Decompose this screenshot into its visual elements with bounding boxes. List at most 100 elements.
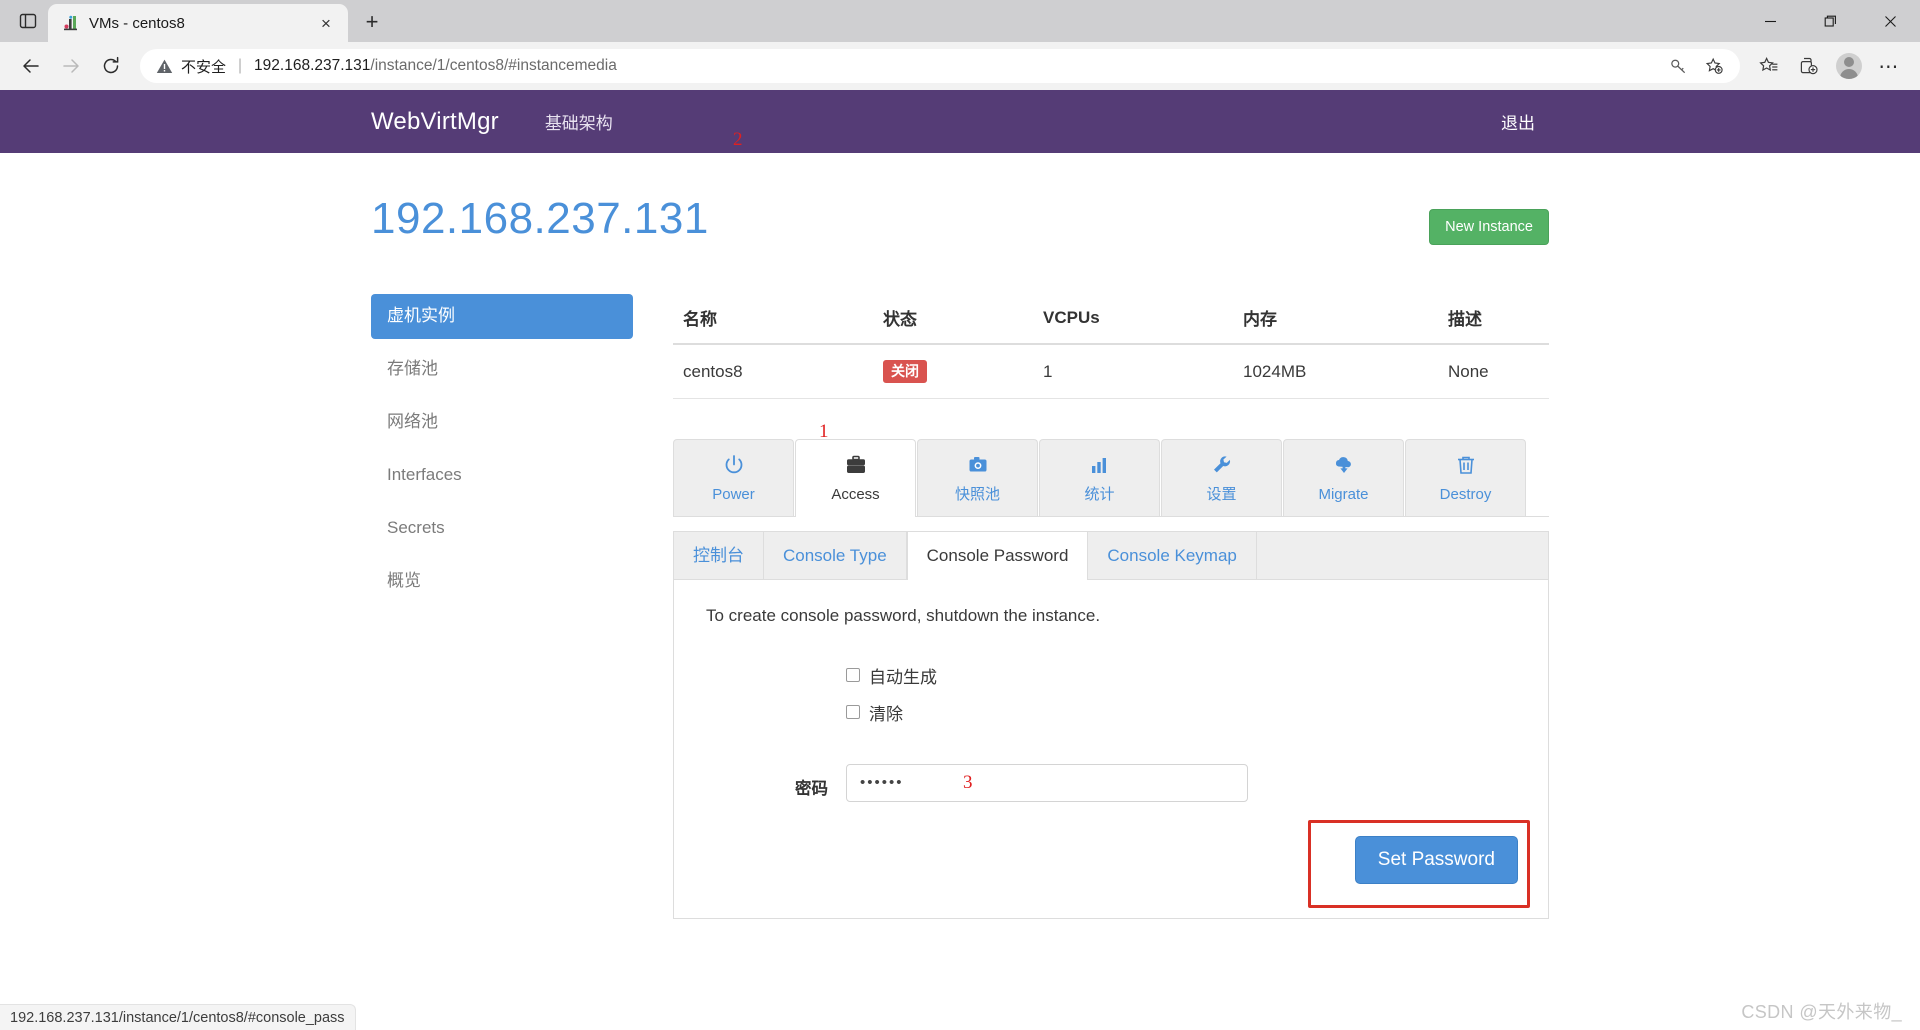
main-content: 名称 状态 VCPUs 内存 描述 centos8 关闭 — [673, 294, 1549, 919]
tab-access-label: Access — [796, 487, 915, 504]
watermark: CSDN @天外来物_ — [1741, 998, 1902, 1024]
favorites-list-icon[interactable] — [1750, 47, 1788, 85]
status-badge: 关闭 — [883, 360, 927, 383]
cell-instance-description: None — [1438, 344, 1549, 399]
vm-chart-favicon — [62, 14, 80, 32]
new-instance-button[interactable]: New Instance — [1429, 209, 1549, 245]
instance-tabs: Power Access — [673, 439, 1549, 517]
password-control: •••••• 3 — [846, 764, 1518, 802]
subtab-console-password[interactable]: Console Password — [907, 532, 1089, 580]
sidebar-item-overview[interactable]: 概览 — [371, 559, 633, 604]
checkbox-group: 自动生成 清除 — [704, 660, 1518, 734]
icon-tab-list: Power Access — [673, 439, 1549, 517]
avatar — [1836, 53, 1862, 79]
bar-chart-icon — [1040, 454, 1159, 480]
checkbox-clear[interactable]: 清除 — [846, 697, 1518, 734]
maximize-icon[interactable] — [1800, 0, 1860, 42]
sidebar-item-interfaces[interactable]: Interfaces — [371, 453, 633, 498]
address-bar[interactable]: 不安全 | 192.168.237.131/instance/1/centos8… — [140, 49, 1740, 83]
tab-statistics-label: 统计 — [1040, 487, 1159, 504]
omnibox-separator: | — [238, 57, 242, 75]
tab-destroy[interactable]: Destroy — [1405, 439, 1526, 516]
tab-title: VMs - centos8 — [89, 15, 305, 32]
close-icon[interactable]: × — [314, 11, 338, 35]
forward-arrow-icon[interactable] — [52, 47, 90, 85]
sidebar: 虚机实例 存储池 网络池 Interfaces Secrets 概览 — [371, 294, 633, 919]
power-icon — [674, 454, 793, 480]
tab-statistics[interactable]: 统计 — [1039, 439, 1160, 516]
key-icon[interactable] — [1662, 51, 1694, 81]
app-navbar: WebVirtMgr 基础架构 退出 — [0, 90, 1920, 153]
tab-snapshots[interactable]: 快照池 — [917, 439, 1038, 516]
briefcase-icon — [796, 454, 915, 480]
cloud-download-icon — [1284, 454, 1403, 480]
subtab-list: 控制台 Console Type Console Password Consol… — [674, 532, 1548, 580]
annotation-2: 2 — [733, 129, 743, 151]
tab-power-label: Power — [674, 487, 793, 504]
nav-right-group: 退出 — [1487, 109, 1549, 134]
tab-migrate[interactable]: Migrate — [1283, 439, 1404, 516]
password-input[interactable]: •••••• — [846, 764, 1248, 802]
new-tab-button[interactable]: + — [355, 5, 389, 39]
sidebar-item-instances[interactable]: 虚机实例 — [371, 294, 633, 339]
password-label: 密码 — [704, 766, 846, 799]
toolbar-right-actions: ⋯ — [1750, 47, 1908, 85]
checkbox-icon[interactable] — [846, 668, 860, 682]
collections-icon[interactable] — [1790, 47, 1828, 85]
tab-destroy-label: Destroy — [1406, 487, 1525, 504]
table-header-row: 名称 状态 VCPUs 内存 描述 — [673, 294, 1549, 344]
star-plus-icon[interactable] — [1698, 51, 1730, 81]
checkbox-icon[interactable] — [846, 705, 860, 719]
checkbox-group-label — [704, 660, 846, 669]
logout-link[interactable]: 退出 — [1487, 114, 1549, 133]
set-password-button[interactable]: Set Password — [1355, 836, 1518, 884]
app-brand[interactable]: WebVirtMgr — [371, 108, 531, 136]
trash-icon — [1406, 454, 1525, 480]
sidebar-item-secrets[interactable]: Secrets — [371, 506, 633, 551]
subtab-console-type[interactable]: Console Type — [764, 532, 907, 579]
page-header: 192.168.237.131 New Instance — [365, 195, 1555, 245]
sidebar-item-network-pools[interactable]: 网络池 — [371, 400, 633, 445]
status-bar-link-preview: 192.168.237.131/instance/1/centos8/#cons… — [0, 1004, 356, 1030]
password-group: 密码 •••••• 3 — [704, 764, 1518, 802]
wrench-icon — [1162, 454, 1281, 480]
checkbox-group-controls: 自动生成 清除 — [846, 660, 1518, 734]
close-window-icon[interactable] — [1860, 0, 1920, 42]
access-subtabs-panel: 控制台 Console Type Console Password Consol… — [673, 531, 1549, 919]
back-arrow-icon[interactable] — [12, 47, 50, 85]
not-secure-warning-icon — [156, 58, 173, 75]
column-header-vcpus: VCPUs — [1033, 294, 1233, 344]
reload-icon[interactable] — [92, 47, 130, 85]
not-secure-label: 不安全 — [181, 56, 226, 77]
omnibox-actions — [1662, 51, 1732, 81]
browser-window: VMs - centos8 × + — [0, 0, 1920, 1030]
cell-instance-vcpus: 1 — [1033, 344, 1233, 399]
submit-row: Set Password — [704, 836, 1518, 884]
tab-power[interactable]: Power — [673, 439, 794, 516]
sidebar-item-storage-pools[interactable]: 存储池 — [371, 347, 633, 392]
tab-list-icon[interactable] — [8, 4, 48, 38]
subtab-console[interactable]: 控制台 — [674, 532, 764, 579]
minimize-icon[interactable] — [1740, 0, 1800, 42]
page-viewport: WebVirtMgr 基础架构 退出 192.168.237.131 New I… — [0, 90, 1920, 1030]
column-header-state: 状态 — [873, 294, 1033, 344]
column-header-memory: 内存 — [1233, 294, 1438, 344]
annotation-3: 3 — [963, 772, 973, 794]
ellipsis-menu-icon[interactable]: ⋯ — [1870, 47, 1908, 85]
table-row[interactable]: centos8 关闭 1 1024MB None — [673, 344, 1549, 399]
browser-tab[interactable]: VMs - centos8 × — [48, 4, 348, 42]
form-note: To create console password, shutdown the… — [704, 606, 1518, 626]
profile-avatar-icon[interactable] — [1830, 47, 1868, 85]
cell-instance-memory: 1024MB — [1233, 344, 1438, 399]
window-controls — [1740, 0, 1920, 42]
cell-instance-name[interactable]: centos8 — [673, 344, 873, 399]
console-password-panel: To create console password, shutdown the… — [674, 580, 1548, 918]
page-title: 192.168.237.131 — [371, 195, 709, 243]
checkbox-auto-generate[interactable]: 自动生成 — [846, 660, 1518, 697]
tab-settings[interactable]: 设置 — [1161, 439, 1282, 516]
page-container: 192.168.237.131 New Instance 虚机实例 存储池 网络… — [365, 153, 1555, 919]
nav-item-infrastructure[interactable]: 基础架构 — [531, 109, 627, 134]
tab-access[interactable]: Access — [795, 439, 916, 517]
subtab-console-keymap[interactable]: Console Keymap — [1088, 532, 1256, 579]
table-body: centos8 关闭 1 1024MB None — [673, 344, 1549, 399]
